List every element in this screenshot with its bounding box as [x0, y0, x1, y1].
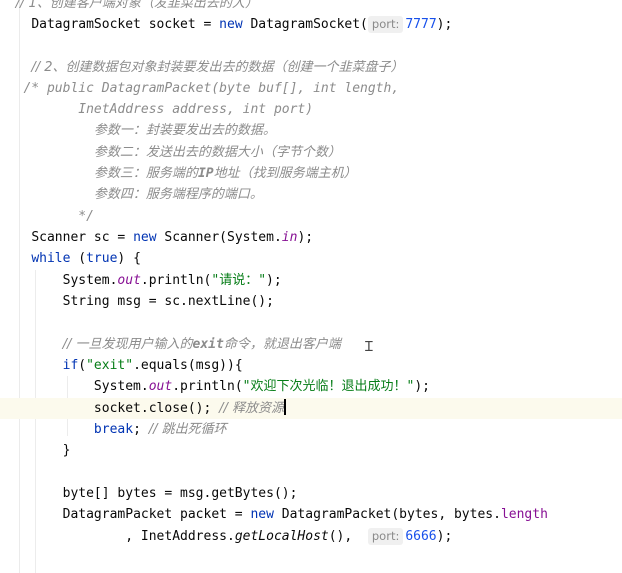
keyword-break: break	[93, 422, 134, 437]
code-token: );	[436, 529, 453, 544]
static-field: out	[148, 379, 173, 394]
code-line: 参数二：发送出去的数据大小（字节个数）	[0, 142, 622, 163]
keyword-true: true	[86, 251, 118, 266]
code-line: while (true) {	[0, 248, 622, 269]
keyword-new: new	[133, 230, 157, 245]
code-token: }	[62, 443, 71, 458]
string-literal: 请说：	[219, 273, 259, 288]
code-comment: // 跳出死循环	[148, 422, 227, 437]
code-token: socket =	[140, 17, 220, 32]
code-line: DatagramPacket packet = new DatagramPack…	[0, 504, 622, 525]
code-token: );	[414, 379, 430, 394]
code-line: // 1、创建客户端对象（发韭菜出去的人）	[0, 0, 622, 14]
code-token: DatagramSocket(	[242, 17, 368, 32]
keyword-while: while	[31, 251, 71, 266]
code-line: InetAddress address, int port)	[0, 99, 622, 120]
code-comment: // 2、创建数据包对象封装要发出去的数据（创建一个韭菜盘子）	[31, 60, 404, 75]
parameter-hint: port:	[367, 528, 404, 545]
keyword-new: new	[250, 507, 274, 522]
code-token: .println(	[172, 379, 243, 394]
code-line: System.out.println("请说：");	[0, 270, 622, 291]
number-literal: 6666	[405, 529, 437, 544]
code-comment-bold: exit	[192, 337, 224, 352]
doc-comment: 地址（找到服务端主机）	[213, 166, 357, 181]
code-line: if("exit".equals(msg)){	[0, 355, 622, 376]
code-comment: 命令，就退出客户端	[223, 337, 341, 352]
number-literal: 7777	[405, 17, 437, 32]
code-comment: // 1、创建客户端对象（发韭菜出去的人）	[15, 0, 258, 11]
doc-comment: */	[78, 209, 94, 224]
code-token: );	[436, 17, 453, 32]
keyword-new: new	[219, 17, 243, 32]
doc-comment: 参数一：封装要发出去的数据。	[93, 123, 276, 138]
code-token: Scanner(System.	[156, 230, 282, 245]
static-field: out	[117, 273, 141, 288]
string-literal: 欢迎下次光临！退出成功！	[250, 379, 407, 394]
code-line: byte[] bytes = msg.getBytes();	[0, 483, 622, 504]
code-line: Scanner sc = new Scanner(System.in);	[0, 227, 622, 248]
doc-comment: 参数三：服务端的	[93, 166, 198, 181]
code-line: 参数三：服务端的IP地址（找到服务端主机）	[0, 163, 622, 184]
parameter-hint: port:	[367, 16, 404, 33]
static-field: in	[281, 230, 298, 245]
code-line: /* public DatagramPacket(byte buf[], int…	[0, 78, 622, 99]
code-token: );	[297, 230, 314, 245]
code-line: }	[0, 440, 622, 461]
code-token: .equals(msg)){	[133, 358, 243, 373]
code-comment: // 释放资源	[219, 401, 285, 416]
code-line: */	[0, 206, 622, 227]
code-line: DatagramSocket socket = new DatagramSock…	[0, 14, 622, 35]
code-token: Scanner sc =	[31, 230, 134, 245]
field-length: length	[500, 507, 548, 522]
code-line: // 2、创建数据包对象封装要发出去的数据（创建一个韭菜盘子）	[0, 57, 622, 78]
code-token: ) {	[117, 251, 141, 266]
string-quote: "	[258, 273, 267, 288]
code-editor[interactable]: // 1、创建客户端对象（发韭菜出去的人） DatagramSocket soc…	[0, 0, 622, 573]
code-token: ;	[133, 422, 149, 437]
code-token: .println(	[140, 273, 212, 288]
code-line: String msg = sc.nextLine();	[0, 291, 622, 312]
code-token: (	[78, 358, 87, 373]
code-token: DatagramPacket(bytes, bytes.	[273, 507, 501, 522]
code-line: 参数一：封装要发出去的数据。	[0, 120, 622, 141]
code-line: break; // 跳出死循环	[0, 419, 622, 440]
code-token: socket.close();	[93, 401, 220, 416]
string-literal: "exit"	[86, 358, 134, 373]
doc-comment: /* public DatagramPacket(byte buf[], int…	[23, 81, 400, 96]
text-caret	[284, 399, 287, 415]
code-token: );	[266, 273, 282, 288]
code-token: System.	[62, 273, 118, 288]
current-line: socket.close(); // 释放资源	[0, 398, 622, 419]
doc-comment: 参数四：服务端程序的端口。	[93, 187, 263, 202]
doc-comment-bold: IP	[197, 166, 214, 181]
doc-comment: InetAddress address, int port)	[78, 102, 314, 117]
code-token: DatagramSocket	[31, 17, 141, 32]
code-token: System.	[93, 379, 149, 394]
code-token: (	[70, 251, 87, 266]
code-token: (),	[328, 529, 368, 544]
code-token: DatagramPacket packet =	[62, 507, 251, 522]
doc-comment: 参数二：发送出去的数据大小（字节个数）	[93, 145, 341, 160]
code-token: String msg = sc.nextLine();	[62, 294, 274, 309]
code-line: 参数四：服务端程序的端口。	[0, 184, 622, 205]
code-comment: // 一旦发现用户输入的	[62, 337, 193, 352]
code-token: byte[] bytes = msg.getBytes();	[62, 486, 298, 501]
keyword-if: if	[62, 358, 79, 373]
code-line: , InetAddress.getLocalHost(), port: 6666)…	[0, 526, 622, 547]
code-line: System.out.println("欢迎下次光临！退出成功！");	[0, 376, 622, 397]
mouse-ibeam-cursor-icon: Ɪ	[365, 339, 373, 355]
code-token: , InetAddress.	[125, 529, 235, 544]
code-line: // 一旦发现用户输入的exit命令，就退出客户端	[0, 334, 622, 355]
static-method: getLocalHost	[234, 529, 329, 544]
string-quote: "	[211, 273, 220, 288]
